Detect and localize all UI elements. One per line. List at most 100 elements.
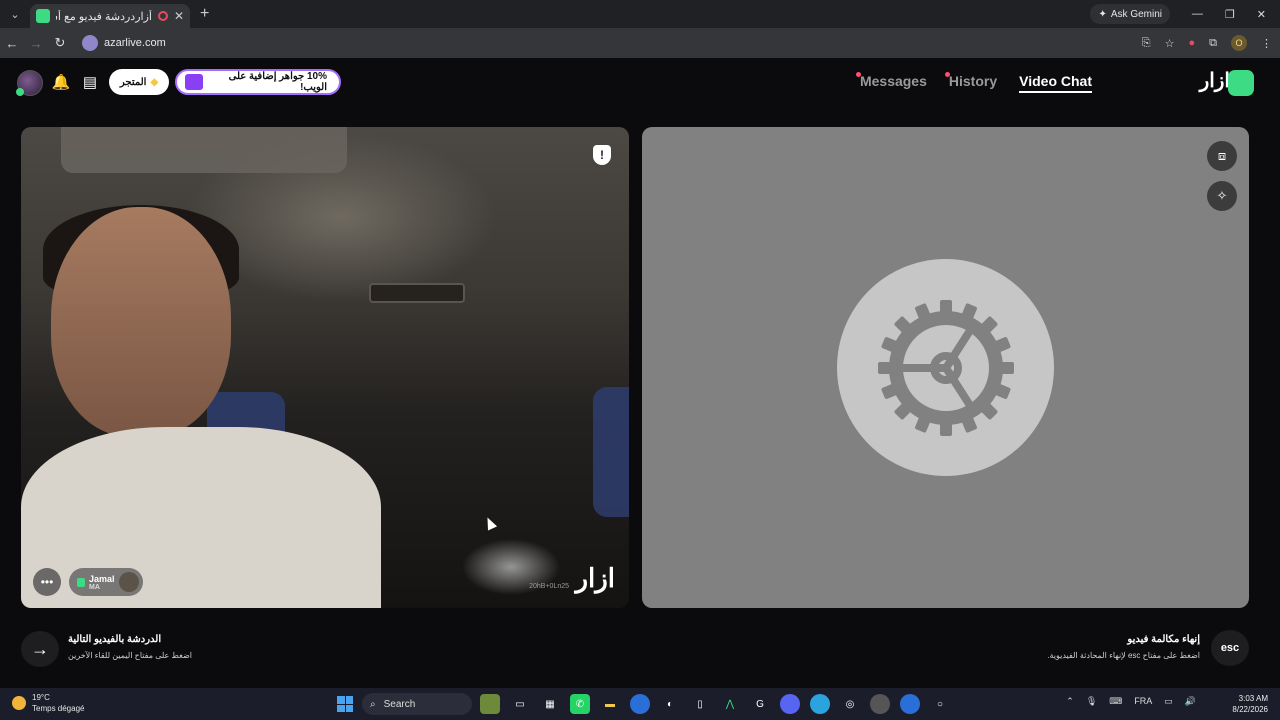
car-seat [593,387,629,517]
verified-badge-icon [77,577,85,587]
whatsapp-icon[interactable]: ✆ [570,694,590,714]
camera-off-placeholder [837,259,1054,476]
store-app-icon[interactable]: ▦ [540,694,560,714]
ask-gemini-button[interactable]: ✦ Ask Gemini [1090,4,1170,24]
nav-messages[interactable]: Messages [855,72,927,93]
browser-tab[interactable]: أزاردردشة فيديو مع أشخاص ✕ [30,4,190,28]
task-view-icon[interactable]: ▭ [510,694,530,714]
taskbar-search[interactable]: ⌕ Search [362,693,472,715]
system-tray: ⌃ 🎙 ⌨ FRA ▭ 🔊 [1066,696,1196,707]
partner-info-chip[interactable]: Jamal MA [69,568,143,596]
remote-video: ! ••• Jamal MA 20hB+0Ln25 ازار [21,127,629,608]
store-label: المتجر [119,76,147,88]
car-visor [61,127,347,173]
url-text: azarlive.com [104,37,166,49]
forward-icon[interactable]: → [24,36,48,51]
nav-video-chat[interactable]: Video Chat [1019,73,1092,93]
tab-title: أزاردردشة فيديو مع أشخاص [56,10,152,23]
weather-desc: Temps dégagé [32,704,85,713]
gift-icon [185,74,203,90]
windows-start-icon[interactable] [337,696,353,712]
promo-button[interactable]: 10% جواهر إضافية على الويب! [175,69,341,95]
taskbar-apps: ▭ ▦ ✆ ▬ ◐ ▯ ⋀ G ◎ ○ [480,694,950,714]
window-controls: — ❐ ✕ [1192,0,1280,28]
main-nav: Messages History Video Chat [855,72,1092,93]
nav-history-label: History [948,73,998,89]
discord-icon[interactable] [780,694,800,714]
reload-icon[interactable]: ↻ [48,35,72,51]
next-chat-button[interactable]: → [21,631,59,667]
keyboard-icon[interactable]: ⌨ [1109,696,1122,707]
recorder-icon[interactable] [870,694,890,714]
online-status-dot [16,88,24,96]
search-label: Search [383,698,416,710]
language-indicator[interactable]: FRA [1134,696,1152,707]
restore-icon[interactable]: ❐ [1225,8,1235,21]
chrome-icon[interactable] [630,694,650,714]
bell-icon[interactable]: 🔔 [52,73,71,91]
game-app-icon[interactable] [480,694,500,714]
epic-games-icon[interactable]: ▯ [690,694,710,714]
azar-logo-text[interactable]: ازار [1200,68,1230,93]
bookmark-star-icon[interactable]: ☆ [1165,37,1175,50]
unread-dot [944,72,950,77]
nav-messages-label: Messages [859,73,927,89]
obs-icon[interactable]: ◎ [840,694,860,714]
app-g-icon[interactable]: G [750,694,770,714]
profile-avatar[interactable]: O [1231,35,1247,51]
end-call-button[interactable]: esc [1211,630,1249,666]
network-icon[interactable]: ▭ [1164,696,1173,707]
tab-search-icon[interactable]: ⌄ [4,4,26,24]
nav-history[interactable]: History [944,72,998,93]
azar-logo-icon[interactable] [1228,70,1254,96]
report-shield-icon[interactable]: ! [593,145,611,165]
partner-avatar [119,572,139,592]
tray-expand-icon[interactable]: ⌃ [1066,696,1074,707]
cortana-icon[interactable]: ○ [930,694,950,714]
extensions-puzzle-icon[interactable]: ⧉ [1209,37,1217,50]
close-window-icon[interactable]: ✕ [1257,8,1266,21]
weather-widget[interactable]: 19°C Temps dégagé [12,692,84,714]
partner-name: Jamal [89,573,115,584]
install-app-icon[interactable]: ⎘ [1142,37,1151,50]
telegram-icon[interactable] [810,694,830,714]
nvidia-icon[interactable]: ⋀ [720,694,740,714]
partner-country: MA [89,583,100,591]
end-call-hint: اضغط على مفتاح esc لإنهاء المحادثة الفيد… [1047,651,1200,660]
local-video: ⧈ ✧ [642,127,1249,608]
magic-wand-icon[interactable]: ✧ [1207,181,1237,211]
volume-icon[interactable]: 🔊 [1185,696,1196,707]
promo-label: 10% جواهر إضافية على الويب! [228,71,327,93]
next-chat-title: الدردشة بالفيديو التالية [68,634,162,645]
site-info-icon[interactable] [82,35,98,51]
minimize-icon[interactable]: — [1192,8,1203,20]
store-button[interactable]: المتجر ◆ [109,69,169,95]
new-tab-icon[interactable]: + [200,5,209,23]
taskbar-clock[interactable]: 3:03 AM 8/22/2026 [1232,693,1268,715]
camera-switch-icon[interactable]: ⧈ [1207,141,1237,171]
inbox-icon[interactable]: ▤ [81,73,99,91]
microphone-icon[interactable]: 🎙 [1086,696,1097,707]
browser-tab-bar: ⌄ أزاردردشة فيديو مع أشخاص ✕ + ✦ Ask Gem… [0,0,1280,28]
windows-taskbar: 19°C Temps dégagé ⌕ Search ▭ ▦ ✆ ▬ ◐ ▯ ⋀… [0,688,1280,720]
chat-bubble-icon[interactable]: ••• [33,568,61,596]
close-tab-icon[interactable]: ✕ [174,9,184,23]
clock-date: 8/22/2026 [1232,705,1268,714]
browser-menu-icon[interactable]: ⋮ [1261,37,1272,50]
search-icon: ⌕ [370,698,376,710]
ask-gemini-label: Ask Gemini [1110,8,1162,20]
person-face [51,207,231,437]
recording-icon [157,11,168,21]
back-icon[interactable]: ← [0,36,24,51]
car-ceiling-light [369,283,465,303]
next-chat-hint: اضغط على مفتاح اليمين للقاء الآخرين [68,651,193,660]
url-field[interactable]: azarlive.com [82,35,166,51]
file-explorer-icon[interactable]: ▬ [600,694,620,714]
chrome-icon[interactable] [900,694,920,714]
extension-icon[interactable]: ● [1188,37,1195,49]
app-header: 🔔 ▤ المتجر ◆ 10% جواهر إضافية على الويب!… [0,58,1280,108]
address-bar: ← → ↻ azarlive.com ⎘ ☆ ● ⧉ O ⋮ [0,28,1280,58]
end-call-title: إنهاء مكالمة فيديو [1127,634,1200,645]
steam-icon[interactable]: ◐ [660,694,680,714]
gemini-icon: ✦ [1098,8,1107,20]
